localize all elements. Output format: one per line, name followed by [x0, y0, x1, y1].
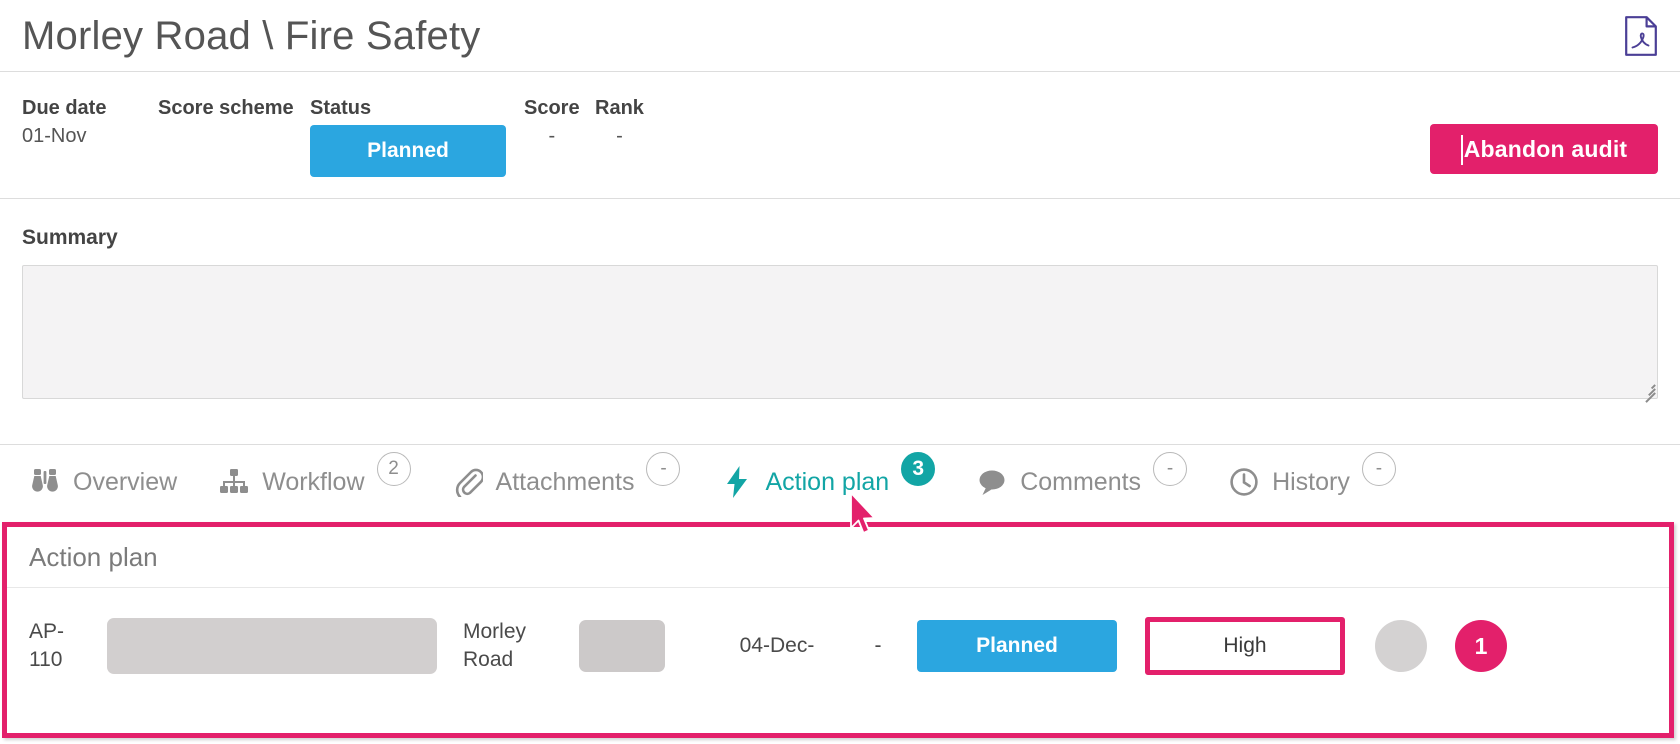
action-plan-count-badge: 1	[1455, 620, 1507, 672]
due-date-field: Due date 01-Nov	[22, 95, 106, 151]
tab-history-label: History	[1272, 468, 1350, 496]
rank-value: -	[616, 125, 623, 147]
action-plan-site: Morley Road	[463, 620, 527, 671]
action-plan-id: AP-110	[29, 620, 65, 671]
action-plan-blank-field[interactable]	[579, 620, 665, 672]
tab-workflow-badge: 2	[376, 452, 411, 486]
action-plan-panel-title: Action plan	[7, 527, 1669, 588]
score-scheme-field: Score scheme	[158, 95, 294, 121]
score-label: Score	[524, 97, 580, 119]
lightning-icon	[720, 465, 754, 499]
tab-attachments-badge: -	[646, 452, 681, 486]
audit-meta-row: Due date 01-Nov Score scheme Status Plan…	[0, 73, 1680, 199]
action-plan-dash: -	[874, 634, 882, 657]
action-plan-status-badge[interactable]: Planned	[917, 620, 1117, 672]
summary-section: Summary	[0, 200, 1680, 445]
paperclip-icon	[451, 465, 485, 499]
pdf-export-icon[interactable]	[1624, 15, 1658, 56]
abandon-audit-button[interactable]: Abandon audit	[1430, 124, 1658, 174]
status-field: Status Planned	[310, 95, 506, 177]
abandon-audit-label: Abandon audit	[1463, 135, 1628, 162]
clock-icon	[1227, 465, 1261, 499]
tab-attachments-label: Attachments	[495, 468, 635, 496]
audit-detail-page: Morley Road \ Fire Safety Due date 01-No…	[0, 0, 1680, 744]
summary-label: Summary	[22, 226, 118, 249]
comment-icon	[975, 465, 1009, 499]
action-plan-date: 04-Dec-	[739, 634, 815, 657]
binoculars-icon	[28, 465, 62, 499]
score-value: -	[548, 125, 556, 147]
rank-label: Rank	[595, 97, 644, 119]
tab-history-badge: -	[1361, 452, 1396, 486]
tab-overview-label: Overview	[73, 468, 178, 496]
rank-field: Rank -	[595, 95, 644, 151]
status-badge[interactable]: Planned	[310, 125, 506, 177]
sitemap-icon	[217, 465, 251, 499]
tab-comments[interactable]: Comments -	[975, 452, 1188, 512]
page-title: Morley Road \ Fire Safety	[22, 13, 481, 58]
table-row[interactable]: AP-110 Morley Road 04-Dec- - Planned Hig…	[7, 588, 1669, 704]
tab-action-plan[interactable]: Action plan 3	[720, 452, 936, 512]
tab-action-plan-label: Action plan	[765, 468, 890, 496]
detail-tabbar: Overview Workflow 2 Attachments - Action…	[0, 446, 1680, 518]
due-date-value: 01-Nov	[22, 125, 87, 147]
tab-attachments[interactable]: Attachments -	[451, 452, 681, 512]
tab-workflow[interactable]: Workflow 2	[217, 452, 411, 512]
tab-comments-label: Comments	[1020, 468, 1142, 496]
page-header: Morley Road \ Fire Safety	[0, 0, 1680, 72]
avatar[interactable]	[1375, 620, 1427, 672]
score-field: Score -	[524, 95, 580, 151]
action-plan-panel: Action plan AP-110 Morley Road 04-Dec- -…	[2, 522, 1674, 738]
tab-history[interactable]: History -	[1227, 452, 1396, 512]
text-caret	[1460, 135, 1463, 165]
summary-textarea[interactable]	[22, 265, 1658, 402]
action-plan-description-field[interactable]	[107, 618, 437, 674]
tab-action-plan-badge: 3	[901, 452, 936, 486]
tab-workflow-label: Workflow	[262, 468, 365, 496]
score-scheme-label: Score scheme	[158, 97, 294, 119]
pdf-document-icon	[1625, 15, 1657, 56]
resize-grip-icon	[1641, 382, 1656, 402]
due-date-label: Due date	[22, 97, 107, 119]
status-label: Status	[310, 97, 372, 119]
tab-comments-badge: -	[1153, 452, 1188, 486]
tab-overview[interactable]: Overview	[28, 452, 177, 512]
action-plan-priority-button[interactable]: High	[1145, 617, 1345, 675]
